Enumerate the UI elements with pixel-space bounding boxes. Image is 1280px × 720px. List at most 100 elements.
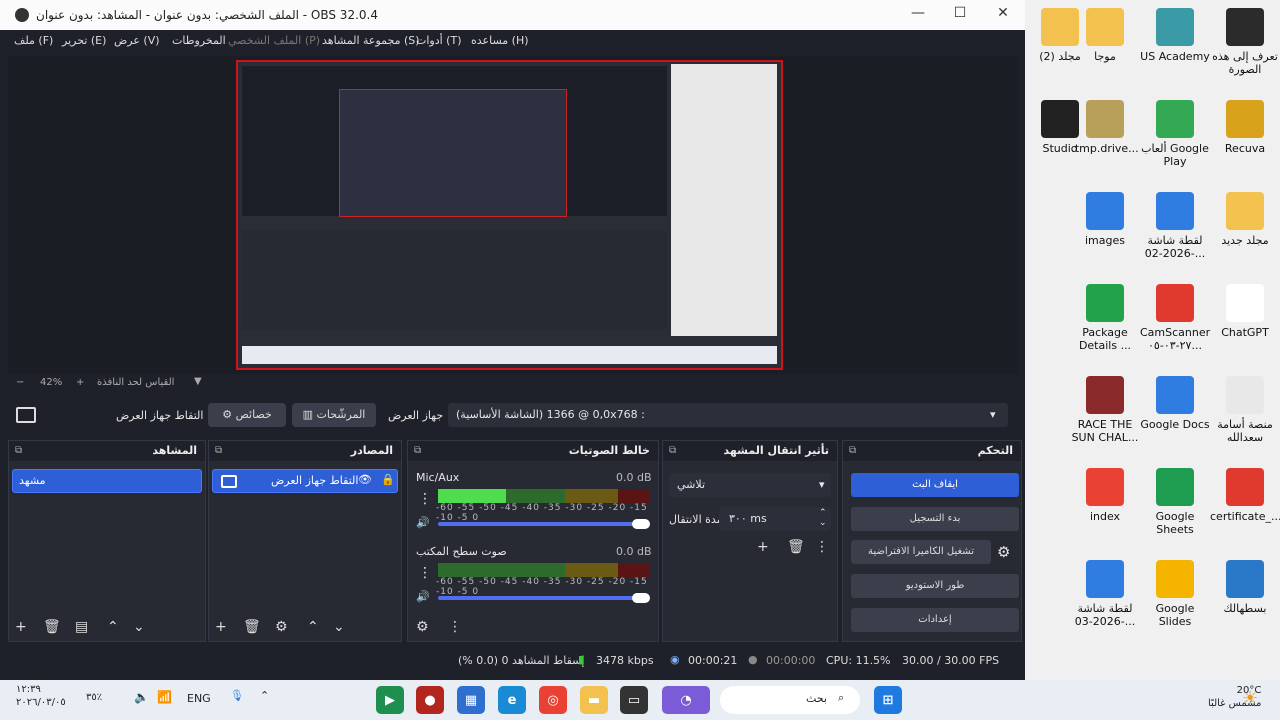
desktop-shortcut[interactable]: certificate_...	[1210, 468, 1280, 523]
add-icon[interactable]: +	[15, 619, 27, 635]
zoom-out-button[interactable]: −	[16, 377, 24, 388]
trash-icon[interactable]: 🗑	[787, 539, 805, 555]
desktop-shortcut[interactable]: Studio	[1025, 100, 1095, 155]
menu-view[interactable]: عرض (V)	[114, 34, 160, 47]
clock[interactable]: ١٢:٣٩ ٢٠٢٦/٠٣/٠٥	[16, 683, 66, 709]
down-arrow-icon[interactable]: ⌄	[133, 619, 145, 635]
desktop-shortcut[interactable]: Recuva	[1210, 100, 1280, 155]
add-icon[interactable]: +	[757, 539, 769, 555]
desktop-shortcut[interactable]: لقطة شاشة 2026-02-...	[1140, 192, 1210, 260]
start-button-icon[interactable]: ⊞	[874, 686, 902, 714]
menu-file[interactable]: ملف (F)	[14, 34, 53, 47]
gear-icon[interactable]: ⚙	[997, 543, 1010, 561]
volume-knob[interactable]	[632, 519, 650, 529]
minimize-button[interactable]: —	[903, 5, 933, 25]
desktop-shortcut[interactable]: Google Docs	[1140, 376, 1210, 431]
settings-button[interactable]: إعدادات	[851, 608, 1019, 632]
desktop-shortcut[interactable]: CamScanner ٢٧-٠٣-٠٥...	[1140, 284, 1210, 352]
desktop-shortcut[interactable]: ألعاب Google Play	[1140, 100, 1210, 168]
microphone-icon[interactable]: 🎙	[230, 689, 244, 702]
preview-capture[interactable]	[236, 60, 783, 370]
eye-icon[interactable]: 👁	[358, 473, 372, 486]
volume-slider[interactable]	[438, 596, 644, 600]
menu-docks[interactable]: المخروطات	[172, 34, 226, 47]
menu-scene-collection[interactable]: مجموعة المشاهد (S)	[322, 34, 420, 47]
maximize-button[interactable]: ☐	[945, 5, 975, 25]
down-arrow-icon[interactable]: ⌄	[333, 619, 345, 635]
edge-icon[interactable]: e	[498, 686, 526, 714]
filters-button[interactable]: ▥ المرشّحات	[292, 403, 376, 427]
widget-icon[interactable]: ◔	[662, 686, 710, 714]
scene-item[interactable]: مشهد	[12, 469, 202, 493]
chevron-up-icon[interactable]: ⌃	[260, 689, 269, 702]
desktop-shortcut[interactable]: US Academy	[1140, 8, 1210, 63]
kebab-menu-icon[interactable]: ⋮	[418, 491, 432, 507]
menu-edit[interactable]: تحرير (E)	[62, 34, 106, 47]
play-games-icon	[1156, 100, 1194, 138]
desktop-shortcut[interactable]: Google Sheets	[1140, 468, 1210, 536]
dock-popout-icon[interactable]: ⧉	[15, 441, 22, 461]
desktop-shortcut[interactable]: Google Slides	[1140, 560, 1210, 628]
wifi-icon[interactable]: 📶	[157, 690, 172, 704]
menu-help[interactable]: مساعده (H)	[471, 34, 529, 47]
display-select[interactable]: (الشاشة الأساسية) 0,0 @ 1366x768 : ▾	[448, 403, 1008, 427]
studio-mode-button[interactable]: طور الاستوديو	[851, 574, 1019, 598]
desktop-shortcut[interactable]: مجلد (2)	[1025, 8, 1095, 63]
desktop-shortcut[interactable]: ChatGPT	[1210, 284, 1280, 339]
zoom-in-button[interactable]: +	[76, 377, 84, 388]
gear-icon[interactable]: ⚙	[275, 619, 288, 635]
speaker-icon[interactable]: 🔊	[416, 590, 430, 603]
battery[interactable]: ٣٥٪	[86, 692, 102, 703]
transition-select[interactable]: تلاشي ▾	[669, 473, 831, 497]
virtual-camera-button[interactable]: تشغيل الكاميرا الافتراضية	[851, 540, 991, 564]
kebab-menu-icon[interactable]: ⋮	[418, 565, 432, 581]
up-arrow-icon[interactable]: ⌃	[307, 619, 319, 635]
gear-icon[interactable]: ⚙	[416, 619, 429, 635]
desktop-shortcut[interactable]: Package Details ...	[1070, 284, 1140, 352]
stop-streaming-button[interactable]: ايقاف البث	[851, 473, 1019, 497]
store-icon[interactable]: ▦	[457, 686, 485, 714]
dock-popout-icon[interactable]: ⧉	[669, 441, 676, 461]
desktop-shortcut[interactable]: لقطة شاشة 2026-03-...	[1070, 560, 1140, 628]
properties-button[interactable]: ⚙ خصائص	[208, 403, 286, 427]
trash-icon[interactable]: 🗑	[43, 619, 61, 635]
volume-slider[interactable]	[438, 522, 644, 526]
start-recording-button[interactable]: بدء التسجيل	[851, 507, 1019, 531]
filter-icon[interactable]: ▤	[75, 619, 88, 635]
source-item[interactable]: التقاط جهاز العرض 👁 🔒	[212, 469, 398, 493]
spin-arrows-icon[interactable]: ⌃ ⌄	[819, 508, 827, 528]
app-window-icon[interactable]: ▭	[620, 686, 648, 714]
volume-knob[interactable]	[632, 593, 650, 603]
language[interactable]: ENG	[187, 692, 211, 705]
dock-popout-icon[interactable]: ⧉	[215, 441, 222, 461]
desktop-shortcut[interactable]: بسطهالك	[1210, 560, 1280, 615]
desktop-shortcut[interactable]: تعرف إلى هذه الصورة	[1210, 8, 1280, 76]
kebab-menu-icon[interactable]: ⋮	[815, 539, 829, 555]
trash-icon[interactable]: 🗑	[243, 619, 261, 635]
desktop-shortcut[interactable]: images	[1070, 192, 1140, 247]
obs-taskbar-icon[interactable]: ●	[416, 686, 444, 714]
volume-icon[interactable]: 🔈	[134, 690, 149, 704]
menu-profile[interactable]: الملف الشخصي (P)	[228, 34, 320, 47]
dock-popout-icon[interactable]: ⧉	[414, 441, 421, 461]
add-icon[interactable]: +	[215, 619, 227, 635]
kebab-menu-icon[interactable]: ⋮	[448, 619, 462, 635]
up-arrow-icon[interactable]: ⌃	[107, 619, 119, 635]
dock-popout-icon[interactable]: ⧉	[849, 441, 856, 461]
search-box[interactable]: بحث ⌕	[720, 686, 860, 714]
close-button[interactable]: ✕	[988, 5, 1018, 25]
speaker-icon[interactable]: 🔊	[416, 516, 430, 529]
zoom-dropdown-icon[interactable]: ▼	[194, 376, 202, 387]
desktop-shortcut[interactable]: منصة أسامة سعدالله	[1210, 376, 1280, 444]
duration-input[interactable]: ٣٠٠ ms ⌃ ⌄	[719, 507, 831, 531]
chrome-icon[interactable]: ◎	[539, 686, 567, 714]
desktop-shortcut-label: US Academy	[1140, 50, 1210, 63]
file-explorer-icon[interactable]: ▬	[580, 686, 608, 714]
desktop-shortcut[interactable]: index	[1070, 468, 1140, 523]
desktop-shortcut[interactable]: مجلد جديد	[1210, 192, 1280, 247]
desktop-shortcut[interactable]: RACE THE SUN CHAL...	[1070, 376, 1140, 444]
menu-tools[interactable]: أدوات (T)	[416, 34, 462, 47]
lock-icon[interactable]: 🔒	[381, 473, 395, 486]
app-icon[interactable]: ▶	[376, 686, 404, 714]
desktop-shortcut-label: Google Docs	[1140, 418, 1210, 431]
